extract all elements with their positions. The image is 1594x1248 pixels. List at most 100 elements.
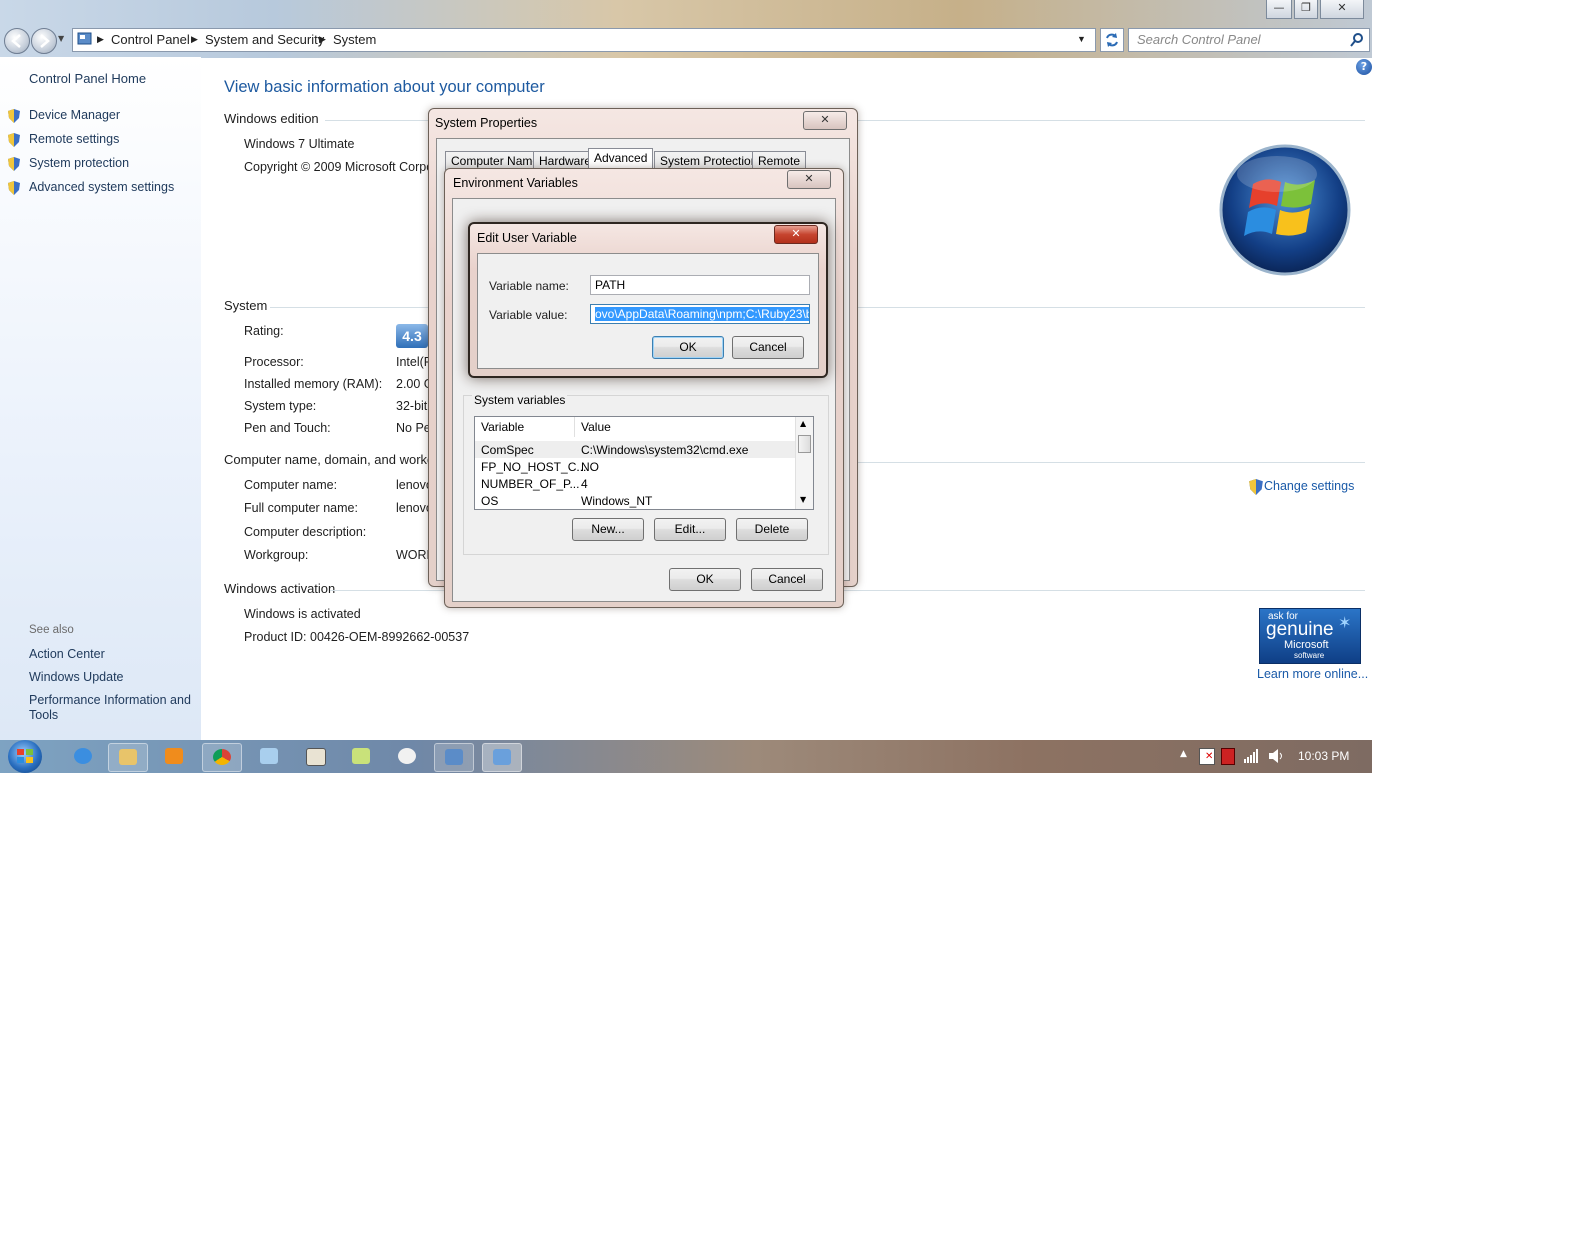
system-variables-list[interactable]: Variable Value ComSpec C:\Windows\system… <box>474 416 814 510</box>
control-panel-home-link[interactable]: Control Panel Home <box>29 71 146 86</box>
windows-logo <box>1217 142 1353 278</box>
volume-icon[interactable] <box>1268 749 1284 763</box>
change-settings-link[interactable]: Change settings <box>1264 479 1354 493</box>
taskbar: ▲ ✕ 10:03 PM <box>0 740 1372 773</box>
environment-variables-close-button[interactable]: ✕ <box>787 170 831 189</box>
table-row[interactable]: ComSpec C:\Windows\system32\cmd.exe <box>475 441 795 458</box>
row-value: NO <box>581 460 599 474</box>
computer-name-label: Computer name: <box>244 478 338 492</box>
scroll-up-icon[interactable]: ▲ <box>800 419 806 428</box>
taskbar-media-player[interactable] <box>155 743 193 770</box>
genuine-microsoft-badge[interactable]: ask for genuine Microsoft software ✶ <box>1259 608 1361 664</box>
table-row[interactable]: OS Windows_NT <box>475 492 795 509</box>
control-panel-icon <box>445 749 463 765</box>
search-icon[interactable] <box>1349 32 1365 48</box>
computer-name-heading: Computer name, domain, and workgr <box>224 452 439 467</box>
variable-value-label: Variable value: <box>489 308 568 322</box>
star-icon: ✶ <box>1338 615 1352 632</box>
row-value: C:\Windows\system32\cmd.exe <box>581 443 749 457</box>
address-dropdown-icon[interactable]: ▼ <box>1077 34 1086 44</box>
activation-status: Windows is activated <box>244 607 361 621</box>
close-window-button[interactable]: ✕ <box>1320 0 1364 19</box>
notes-icon <box>352 748 370 764</box>
edit-ok-button[interactable]: OK <box>652 336 724 359</box>
system-properties-icon <box>493 749 511 765</box>
taskbar-app-paint[interactable] <box>388 743 426 770</box>
windows-edition-value: Windows 7 Ultimate <box>244 137 355 151</box>
taskbar-control-panel[interactable] <box>434 743 474 772</box>
learn-more-online-link[interactable]: Learn more online... <box>1257 667 1368 681</box>
genuine-line2: genuine <box>1266 619 1334 640</box>
copyright-text: Copyright © 2009 Microsoft Corpo <box>244 160 434 174</box>
show-hidden-icons[interactable]: ▲ <box>1180 749 1187 759</box>
taskbar-system-properties[interactable] <box>482 743 522 772</box>
breadcrumb-system[interactable]: System <box>333 32 376 47</box>
edit-cancel-button[interactable]: Cancel <box>732 336 804 359</box>
start-button[interactable] <box>8 740 42 773</box>
chrome-icon <box>213 749 231 765</box>
new-variable-button[interactable]: New... <box>572 518 644 541</box>
network-signal-icon[interactable] <box>1244 749 1260 763</box>
row-variable: FP_NO_HOST_C... <box>481 460 587 474</box>
action-center-link[interactable]: Action Center <box>29 647 105 661</box>
refresh-button[interactable] <box>1100 28 1124 52</box>
taskbar-windows-explorer[interactable] <box>108 743 148 772</box>
row-value: 4 <box>581 477 588 491</box>
advanced-system-settings-link[interactable]: Advanced system settings <box>29 180 174 194</box>
antivirus-tray-icon[interactable] <box>1221 748 1235 765</box>
workgroup-label: Workgroup: <box>244 548 309 562</box>
windows-update-link[interactable]: Windows Update <box>29 670 124 684</box>
remote-settings-link[interactable]: Remote settings <box>29 132 119 146</box>
address-bar[interactable]: ▶ Control Panel ▶ System and Security ▶ … <box>72 28 1096 52</box>
search-input[interactable]: Search Control Panel <box>1128 28 1370 52</box>
taskbar-app-notepad[interactable] <box>250 743 288 770</box>
pen-touch-label: Pen and Touch: <box>244 421 331 435</box>
processor-label: Processor: <box>244 355 304 369</box>
performance-information-link-line2[interactable]: Tools <box>29 708 58 722</box>
system-properties-title: System Properties <box>435 116 538 130</box>
taskbar-app-notes[interactable] <box>342 743 380 770</box>
help-icon[interactable]: ? <box>1356 59 1372 75</box>
forward-arrow-icon <box>40 34 50 48</box>
edit-variable-button[interactable]: Edit... <box>654 518 726 541</box>
recent-pages-chevron-icon[interactable]: ▼ <box>58 34 64 43</box>
rating-badge[interactable]: 4.3 <box>396 324 428 348</box>
column-header-value[interactable]: Value <box>575 417 796 437</box>
env-ok-button[interactable]: OK <box>669 568 741 591</box>
breadcrumb-system-and-security[interactable]: System and Security <box>205 32 324 47</box>
minimize-button[interactable]: — <box>1266 0 1292 19</box>
breadcrumb-control-panel[interactable]: Control Panel <box>111 32 190 47</box>
back-button[interactable] <box>4 28 30 54</box>
device-manager-link[interactable]: Device Manager <box>29 108 120 122</box>
list-scrollbar[interactable]: ▲ ▼ <box>795 417 813 509</box>
env-cancel-button[interactable]: Cancel <box>751 568 823 591</box>
breadcrumb-separator-icon: ▶ <box>319 34 326 44</box>
system-variables-group: System variables Variable Value ComSpec … <box>463 393 829 555</box>
variable-name-input[interactable]: PATH <box>590 275 810 295</box>
edit-user-variable-close-button[interactable]: ✕ <box>774 225 818 244</box>
forward-button[interactable] <box>31 28 57 54</box>
clock[interactable]: 10:03 PM <box>1298 749 1349 763</box>
table-row[interactable]: FP_NO_HOST_C... NO <box>475 458 795 475</box>
taskbar-internet-explorer[interactable] <box>64 743 102 770</box>
table-row[interactable]: NUMBER_OF_P... 4 <box>475 475 795 492</box>
performance-information-link[interactable]: Performance Information and <box>29 693 191 707</box>
system-properties-close-button[interactable]: ✕ <box>803 111 847 130</box>
taskbar-chrome[interactable] <box>202 743 242 772</box>
variable-value-input[interactable]: ovo\AppData\Roaming\npm;C:\Ruby23\bin <box>590 304 810 324</box>
column-header-variable[interactable]: Variable <box>475 417 575 437</box>
rating-label: Rating: <box>244 324 284 338</box>
system-protection-link[interactable]: System protection <box>29 156 129 170</box>
edit-user-variable-title: Edit User Variable <box>477 231 577 245</box>
see-also-heading: See also <box>29 624 74 636</box>
restore-button[interactable]: ❐ <box>1294 0 1318 19</box>
ram-label: Installed memory (RAM): <box>244 377 383 391</box>
action-center-tray-icon[interactable]: ✕ <box>1199 748 1215 765</box>
windows-activation-heading: Windows activation <box>224 581 336 596</box>
breadcrumb-separator-icon: ▶ <box>191 34 198 44</box>
scroll-down-icon[interactable]: ▼ <box>800 495 806 504</box>
delete-variable-button[interactable]: Delete <box>736 518 808 541</box>
taskbar-app-terminal[interactable] <box>296 743 334 770</box>
system-type-value: 32-bit <box>396 399 428 413</box>
scroll-thumb[interactable] <box>798 435 811 453</box>
